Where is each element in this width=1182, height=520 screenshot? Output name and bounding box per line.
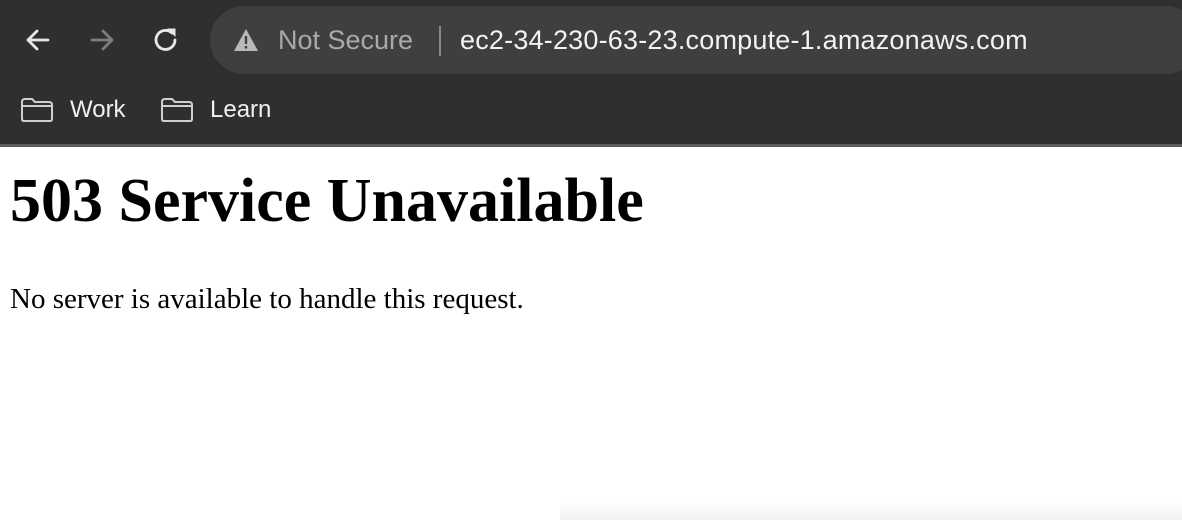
bookmark-folder-work[interactable]: Work [20, 92, 126, 128]
bookmark-folder-learn[interactable]: Learn [160, 92, 271, 128]
folder-icon [161, 98, 193, 122]
url-text[interactable]: ec2-34-230-63-23.compute-1.amazonaws.com [460, 6, 1028, 74]
address-bar[interactable]: Not Secure ec2-34-230-63-23.compute-1.am… [210, 6, 1182, 74]
arrow-left-icon [26, 29, 50, 51]
bookmarks-bar: Work Learn [0, 80, 1182, 144]
security-status-label[interactable]: Not Secure [278, 6, 413, 74]
reload-button[interactable] [146, 20, 186, 60]
browser-toolbar: Not Secure ec2-34-230-63-23.compute-1.am… [0, 0, 1182, 80]
warning-triangle-icon[interactable] [232, 26, 260, 54]
page-content: 503 Service Unavailable No server is ava… [0, 147, 1182, 520]
address-bar-divider [439, 26, 441, 56]
error-message: No server is available to handle this re… [10, 283, 524, 315]
reload-icon [154, 28, 177, 51]
folder-icon [21, 98, 53, 122]
forward-button[interactable] [82, 20, 122, 60]
back-button[interactable] [18, 20, 58, 60]
arrow-right-icon [90, 29, 114, 51]
error-heading: 503 Service Unavailable [10, 167, 644, 235]
bookmark-label: Learn [210, 96, 272, 123]
status-bar-shadow [560, 502, 1182, 520]
browser-chrome: Not Secure ec2-34-230-63-23.compute-1.am… [0, 0, 1182, 147]
bookmark-label: Work [70, 96, 126, 123]
